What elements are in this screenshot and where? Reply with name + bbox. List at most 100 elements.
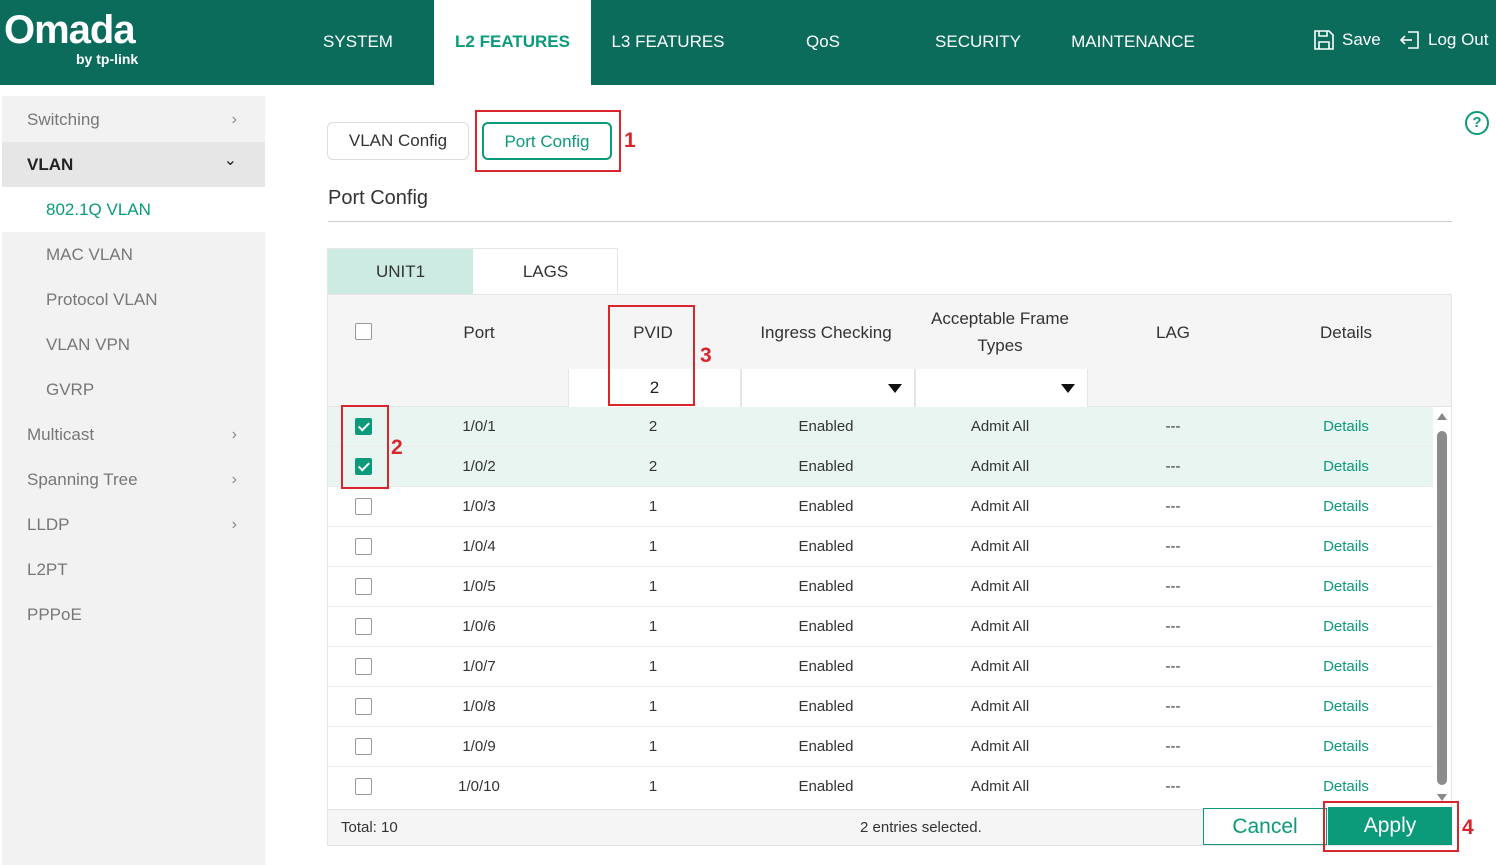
annotation-number-4: 4 [1462, 816, 1474, 839]
sidebar-item-label: LLDP [27, 515, 70, 534]
cell-port: 1/0/1 [462, 418, 496, 435]
chevron-right-icon: › [231, 516, 237, 533]
annotation-box-4 [1323, 801, 1459, 852]
nav-l2-features[interactable]: L2 FEATURES [434, 0, 591, 85]
details-link[interactable]: Details [1261, 527, 1431, 567]
cell-pvid: 1 [648, 738, 658, 755]
row-checkbox[interactable] [355, 658, 372, 675]
cell-ingress: Enabled [798, 778, 854, 795]
sidebar-item-vlan[interactable]: VLAN ⌄ [2, 142, 265, 187]
cell-ingress: Enabled [798, 698, 854, 715]
table-row[interactable]: 1/0/5 1 Enabled Admit All --- Details [328, 567, 1433, 607]
cell-frame-types: Admit All [970, 458, 1030, 475]
row-checkbox[interactable] [355, 778, 372, 795]
nav-qos[interactable]: QoS [770, 0, 876, 85]
tab-unit1[interactable]: UNIT1 [328, 249, 473, 295]
cell-ingress: Enabled [798, 418, 854, 435]
row-checkbox[interactable] [355, 738, 372, 755]
omada-logo[interactable]: Omada by tp-link [4, 8, 138, 67]
row-checkbox[interactable] [355, 538, 372, 555]
details-link[interactable]: Details [1261, 487, 1431, 527]
cell-port: 1/0/3 [462, 498, 496, 515]
row-checkbox[interactable] [355, 498, 372, 515]
annotation-number-2: 2 [391, 436, 403, 459]
details-link[interactable]: Details [1261, 647, 1431, 687]
table-row[interactable]: 1/0/6 1 Enabled Admit All --- Details [328, 607, 1433, 647]
section-title: Port Config [328, 187, 429, 209]
cell-pvid: 1 [648, 698, 658, 715]
row-checkbox[interactable] [355, 618, 372, 635]
cell-ingress: Enabled [798, 618, 854, 635]
help-icon[interactable]: ? [1465, 111, 1489, 135]
details-link[interactable]: Details [1261, 407, 1431, 447]
tab-vlan-config[interactable]: VLAN Config [327, 122, 469, 160]
cell-ingress: Enabled [798, 578, 854, 595]
cell-pvid: 1 [648, 538, 658, 555]
cell-pvid: 1 [648, 658, 658, 675]
save-button[interactable]: Save [1312, 28, 1381, 52]
details-link[interactable]: Details [1261, 567, 1431, 607]
table-row[interactable]: 1/0/9 1 Enabled Admit All --- Details [328, 727, 1433, 767]
cell-port: 1/0/7 [462, 658, 496, 675]
chevron-down-icon: ⌄ [223, 152, 237, 169]
sidebar-item-gvrp[interactable]: GVRP [2, 367, 265, 412]
row-checkbox[interactable] [355, 698, 372, 715]
table-row[interactable]: 1/0/4 1 Enabled Admit All --- Details [328, 527, 1433, 567]
cell-pvid: 1 [648, 578, 658, 595]
cell-lag: --- [1165, 738, 1181, 755]
cell-pvid: 1 [648, 498, 658, 515]
tab-lags[interactable]: LAGS [473, 249, 618, 295]
sidebar-item-lldp[interactable]: LLDP › [2, 502, 265, 547]
sidebar-item-multicast[interactable]: Multicast › [2, 412, 265, 457]
sidebar-item-8021q-vlan[interactable]: 802.1Q VLAN [2, 187, 265, 232]
select-all-checkbox[interactable] [355, 323, 372, 340]
sidebar-item-mac-vlan[interactable]: MAC VLAN [2, 232, 265, 277]
table-row[interactable]: 1/0/1 2 Enabled Admit All --- Details [328, 407, 1433, 447]
sidebar-item-l2pt[interactable]: L2PT [2, 547, 265, 592]
acceptable-frame-types-dropdown[interactable] [915, 369, 1088, 407]
annotation-box-1 [475, 110, 621, 172]
details-link[interactable]: Details [1261, 727, 1431, 767]
column-header-port: Port [463, 322, 495, 342]
cell-ingress: Enabled [798, 458, 854, 475]
table-row[interactable]: 1/0/7 1 Enabled Admit All --- Details [328, 647, 1433, 687]
column-header-details: Details [1320, 322, 1372, 342]
table-scrollbar[interactable] [1433, 407, 1451, 803]
sidebar-item-vlan-vpn[interactable]: VLAN VPN [2, 322, 265, 367]
cell-port: 1/0/5 [462, 578, 496, 595]
logo-text: Omada [4, 8, 136, 52]
sidebar-item-pppoe[interactable]: PPPoE [2, 592, 265, 637]
total-count: Total: 10 [341, 819, 398, 836]
table-row[interactable]: 1/0/3 1 Enabled Admit All --- Details [328, 487, 1433, 527]
nav-security[interactable]: SECURITY [915, 0, 1041, 85]
cell-frame-types: Admit All [970, 778, 1030, 795]
logout-button[interactable]: Log Out [1398, 28, 1489, 52]
nav-maintenance[interactable]: MAINTENANCE [1060, 0, 1206, 85]
dropdown-arrow-icon [888, 384, 902, 393]
table-row[interactable]: 1/0/2 2 Enabled Admit All --- Details [328, 447, 1433, 487]
scrollbar-thumb[interactable] [1437, 431, 1447, 785]
cell-port: 1/0/10 [458, 778, 500, 795]
scroll-up-icon[interactable] [1437, 413, 1447, 420]
cell-lag: --- [1165, 658, 1181, 675]
table-row[interactable]: 1/0/10 1 Enabled Admit All --- Details [328, 767, 1433, 807]
column-header-line: Types [977, 336, 1023, 355]
sidebar-item-spanning-tree[interactable]: Spanning Tree › [2, 457, 265, 502]
cell-port: 1/0/9 [462, 738, 496, 755]
details-link[interactable]: Details [1261, 687, 1431, 727]
nav-system[interactable]: SYSTEM [300, 0, 416, 85]
sidebar-item-label: Multicast [27, 425, 95, 444]
details-link[interactable]: Details [1261, 447, 1431, 487]
ingress-checking-dropdown[interactable] [741, 369, 915, 407]
column-header-lag: LAG [1155, 322, 1191, 342]
cell-lag: --- [1165, 498, 1181, 515]
cancel-button[interactable]: Cancel [1203, 808, 1327, 845]
cell-lag: --- [1165, 538, 1181, 555]
row-checkbox[interactable] [355, 578, 372, 595]
scroll-down-icon[interactable] [1437, 794, 1447, 801]
sidebar-item-protocol-vlan[interactable]: Protocol VLAN [2, 277, 265, 322]
details-link[interactable]: Details [1261, 607, 1431, 647]
sidebar-item-switching[interactable]: Switching › [2, 97, 265, 142]
table-row[interactable]: 1/0/8 1 Enabled Admit All --- Details [328, 687, 1433, 727]
nav-l3-features[interactable]: L3 FEATURES [591, 0, 745, 85]
